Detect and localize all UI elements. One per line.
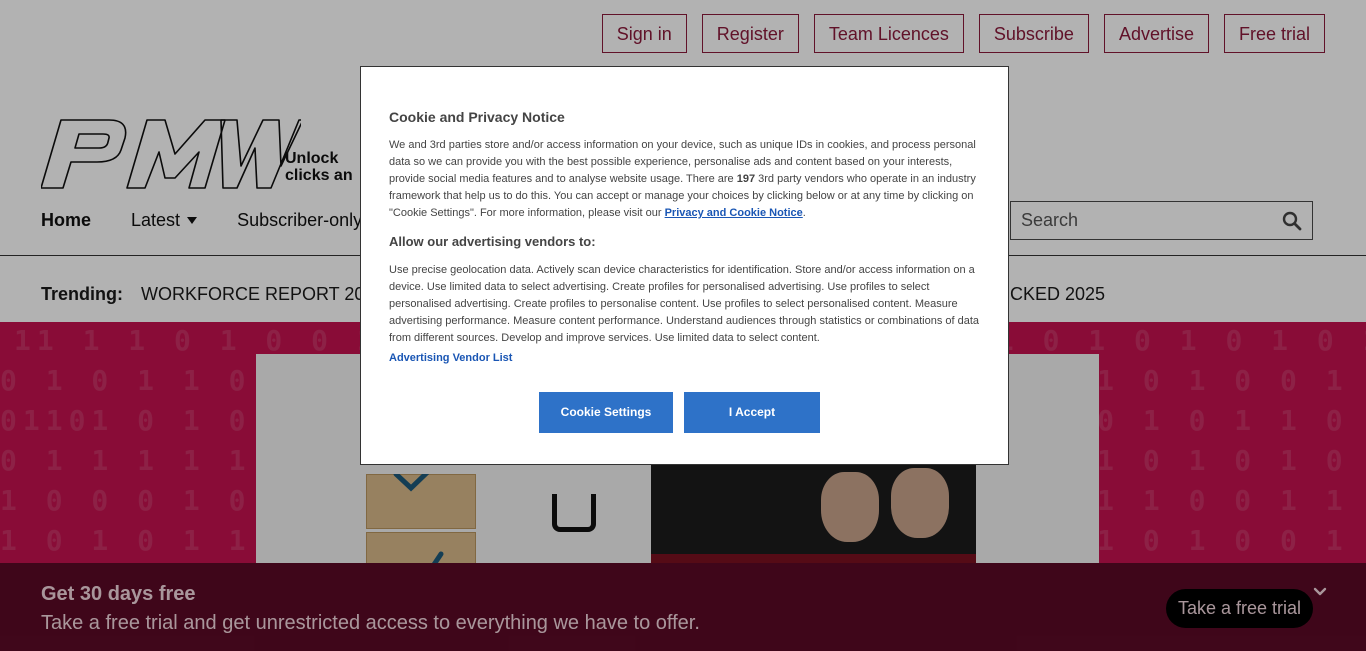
- vendors-heading: Allow our advertising vendors to:: [389, 234, 596, 249]
- cookie-dialog-title: Cookie and Privacy Notice: [389, 109, 565, 125]
- accept-button[interactable]: I Accept: [684, 392, 820, 433]
- cookie-settings-button[interactable]: Cookie Settings: [539, 392, 673, 433]
- vendor-count: 197: [736, 173, 756, 185]
- cookie-dialog: Cookie and Privacy Notice We and 3rd par…: [360, 66, 1009, 465]
- privacy-notice-link[interactable]: Privacy and Cookie Notice: [665, 207, 803, 219]
- cookie-dialog-body: We and 3rd parties store and/or access i…: [389, 139, 976, 219]
- vendor-purposes-text: Use precise geolocation data. Actively s…: [389, 264, 980, 344]
- vendor-list-link[interactable]: Advertising Vendor List: [389, 352, 512, 364]
